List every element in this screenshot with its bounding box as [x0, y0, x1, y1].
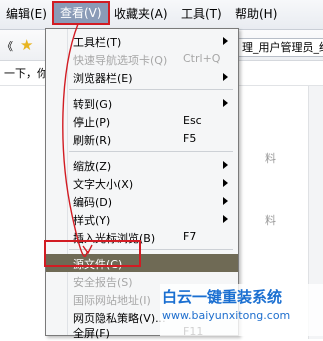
menu-item-label: 文字大小(X): [73, 178, 134, 191]
submenu-arrow-icon: [223, 215, 228, 223]
menu-item-shortcut: F5: [183, 132, 197, 145]
menu-item-label: 转到(G): [73, 98, 113, 111]
source-highlight-frame: [44, 240, 141, 267]
menu-item-label: 快速导航选项卡(Q): [73, 54, 168, 67]
menu-separator: [69, 151, 233, 152]
watermark-url: www.baiyunxitong.com: [162, 309, 291, 322]
toolbar-edge-glyph: 《: [2, 40, 13, 53]
menu-item-label: 编码(D): [73, 196, 113, 209]
menu-item-refresh[interactable]: 刷新(R) F5: [46, 130, 238, 148]
menu-item-label: 工具栏(T): [73, 36, 122, 49]
submenu-arrow-icon: [223, 37, 228, 45]
submenu-arrow-icon: [223, 179, 228, 187]
watermark-title: 白云一键重装系统: [162, 288, 283, 306]
menu-item-style[interactable]: 样式(Y): [46, 210, 238, 228]
page-ghost-text-2: 料: [265, 214, 276, 227]
menu-tools[interactable]: 工具(T): [181, 7, 222, 21]
menu-item-label: 刷新(R): [73, 134, 112, 147]
menu-edit[interactable]: 编辑(E): [6, 7, 47, 21]
menu-help[interactable]: 帮助(H): [235, 7, 277, 21]
menu-item-text-size[interactable]: 文字大小(X): [46, 174, 238, 192]
browser-tab[interactable]: 理_用户管理员_经: [237, 38, 323, 57]
menu-view[interactable]: 查看(V): [52, 1, 110, 25]
menu-item-shortcut: Ctrl+Q: [183, 52, 221, 65]
submenu-arrow-icon: [223, 197, 228, 205]
menu-favorites[interactable]: 收藏夹(A): [114, 7, 168, 21]
menu-item-label: 样式(Y): [73, 214, 111, 227]
favorites-star-icon[interactable]: ★: [20, 38, 33, 53]
page-ghost-text: 料: [265, 152, 276, 165]
menu-item-zoom[interactable]: 缩放(Z): [46, 156, 238, 174]
submenu-arrow-icon: [223, 73, 228, 81]
menu-item-go-to[interactable]: 转到(G): [46, 94, 238, 112]
menu-separator: [69, 89, 233, 90]
menu-item-encoding[interactable]: 编码(D): [46, 192, 238, 210]
watermark: 白云一键重装系统 www.baiyunxitong.com: [160, 284, 323, 336]
menu-item-toolbars[interactable]: 工具栏(T): [46, 32, 238, 50]
menu-item-shortcut: F7: [183, 230, 197, 243]
menu-item-label: 浏览器栏(E): [73, 72, 133, 85]
menu-item-label: 国际网站地址(I): [73, 294, 151, 307]
menu-item-label: 安全报告(S): [73, 276, 133, 289]
submenu-arrow-icon: [223, 99, 228, 107]
menu-item-shortcut: Esc: [183, 114, 202, 127]
submenu-arrow-icon: [223, 161, 228, 169]
menu-item-quick-tabs: 快速导航选项卡(Q) Ctrl+Q: [46, 50, 238, 68]
menu-item-label: 缩放(Z): [73, 160, 112, 173]
menu-item-explorer-bars[interactable]: 浏览器栏(E): [46, 68, 238, 86]
browser-tab-title: 理_用户管理员_经: [242, 41, 323, 54]
menu-item-stop[interactable]: 停止(P) Esc: [46, 112, 238, 130]
menu-bar: 编辑(E) 查看(V) 收藏夹(A) 工具(T) 帮助(H): [0, 0, 323, 30]
menu-item-label: 停止(P): [73, 116, 111, 129]
